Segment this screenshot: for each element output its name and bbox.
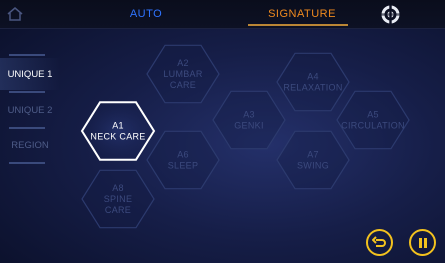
massage-chair-screen: AUTO SIGNATURE UNIQUE 1 UNIQUE 2 REGION [0, 0, 445, 263]
program-name: RELAXATION [283, 83, 342, 93]
program-hex-a3[interactable]: A3GENKI [212, 90, 286, 150]
program-hex-a7[interactable]: A7SWING [276, 130, 350, 190]
program-name: CIRCULATION [341, 121, 405, 131]
program-hex-a1[interactable]: A1NECK CARE [80, 101, 156, 161]
program-name: CARE [170, 80, 196, 90]
program-hex-a6[interactable]: A6SLEEP [146, 130, 220, 190]
program-code: A2 [177, 58, 189, 68]
program-name: CARE [105, 205, 131, 215]
program-code: A3 [243, 110, 255, 120]
program-name: SLEEP [168, 161, 199, 171]
program-hex-a8[interactable]: A8SPINECARE [81, 169, 155, 229]
program-code: A5 [367, 110, 379, 120]
pause-button[interactable] [409, 229, 436, 256]
program-code: A8 [112, 183, 124, 193]
program-hex-a4[interactable]: A4RELAXATION [276, 52, 350, 112]
back-button[interactable] [366, 229, 393, 256]
program-hex-a2[interactable]: A2LUMBARCARE [146, 44, 220, 104]
program-name: LUMBAR [163, 69, 203, 79]
program-name: SWING [297, 161, 329, 171]
program-hex-grid: A1NECK CAREA2LUMBARCAREA3GENKIA4RELAXATI… [80, 44, 410, 229]
program-name: GENKI [234, 121, 264, 131]
program-code: A4 [307, 72, 319, 82]
program-hex-a5[interactable]: A5CIRCULATION [336, 90, 410, 150]
program-name: SPINE [104, 194, 133, 204]
pause-icon [418, 237, 427, 248]
program-code: A7 [307, 150, 319, 160]
undo-icon [372, 236, 386, 247]
program-code: A6 [177, 150, 189, 160]
program-name: NECK CARE [90, 132, 145, 142]
program-code: A1 [112, 121, 124, 131]
